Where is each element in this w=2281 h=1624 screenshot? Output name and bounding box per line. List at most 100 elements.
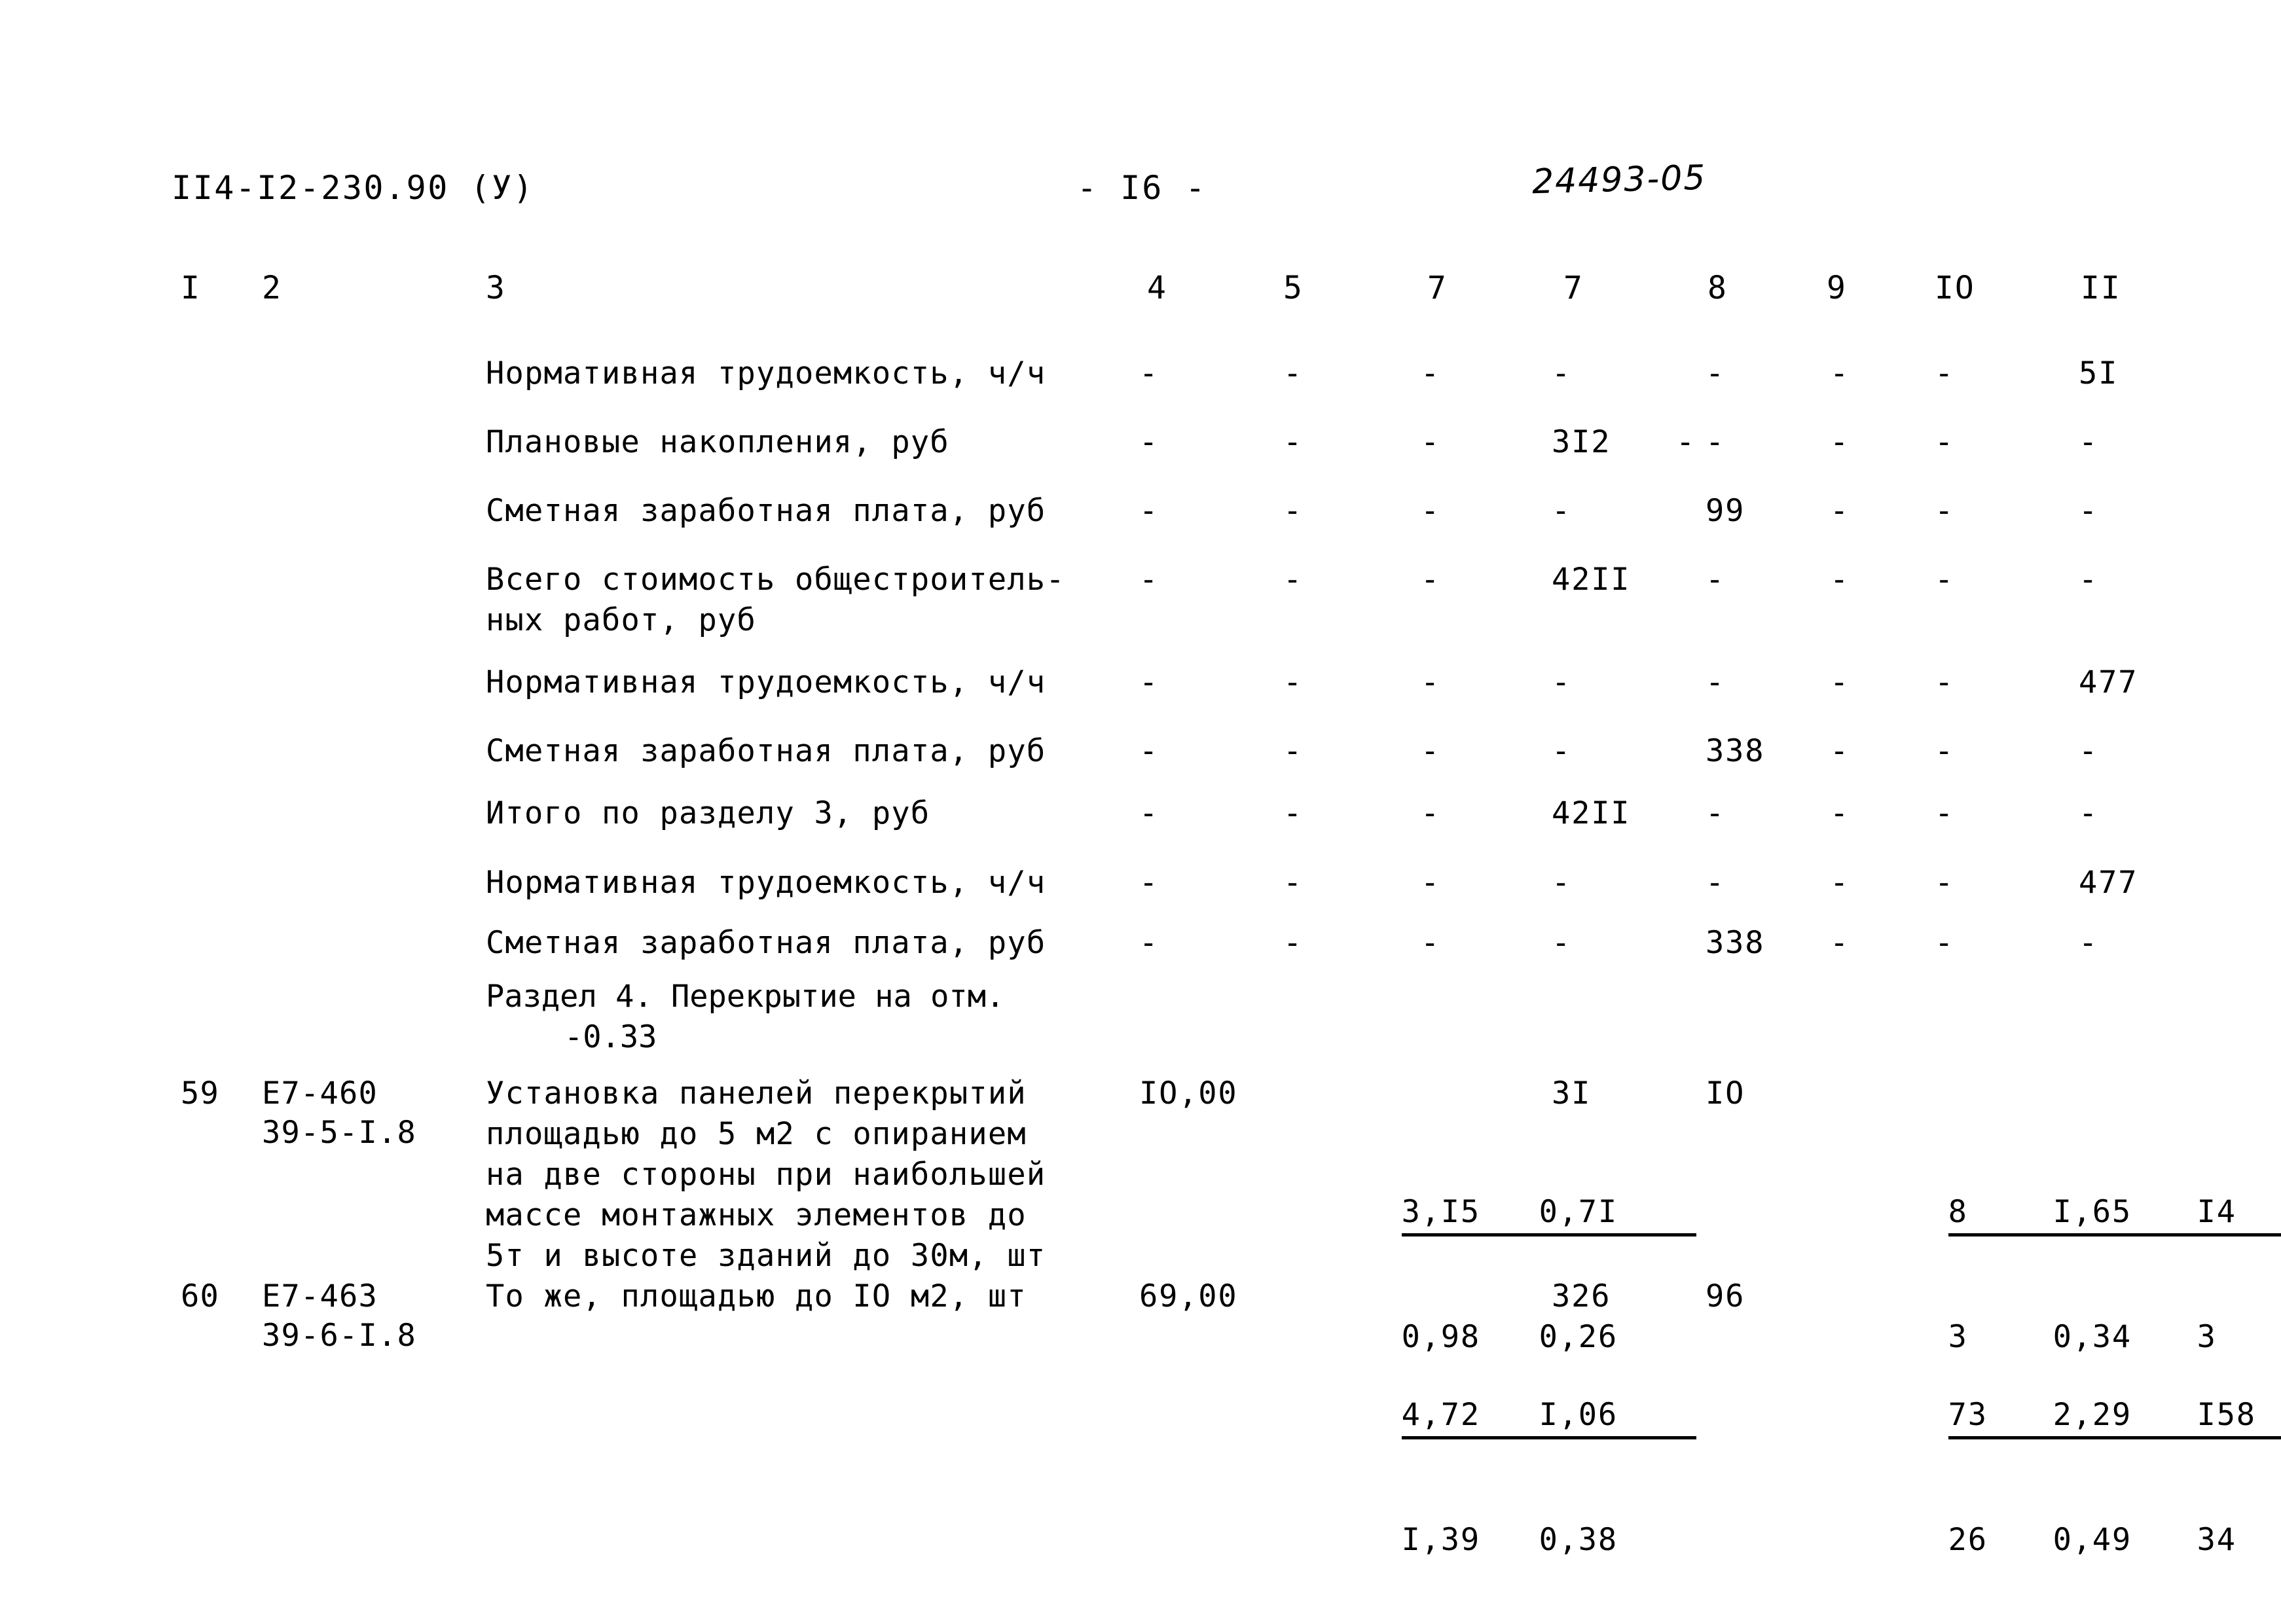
header-separator-rule <box>175 310 2126 316</box>
item-value-11-top: I58 <box>2197 1396 2281 1439</box>
row-value-4: - <box>1139 424 1159 460</box>
item-code-line2: 39-6-I.8 <box>262 1318 416 1354</box>
row-value-5: - <box>1283 424 1303 460</box>
item-value-9: 73 26 <box>1830 1276 2106 1624</box>
row-value-9: - <box>1830 733 1850 769</box>
row-description: Плановые накопления, руб <box>486 424 949 460</box>
item-description: Установка панелей перекрытий площадью до… <box>486 1075 1046 1274</box>
item-code-line1: Е7-463 <box>262 1278 378 1314</box>
row-value-6: - <box>1421 733 1440 769</box>
column-header-4: 4 <box>1147 270 1167 306</box>
row-description: Всего стоимость общестроитель- ных работ… <box>486 562 1065 638</box>
column-header-3: 3 <box>486 270 506 306</box>
row-value-4: - <box>1139 562 1159 598</box>
row-value-11: - <box>2079 562 2098 598</box>
row-description: Нормативная трудоемкость, ч/ч <box>486 865 1046 901</box>
row-value-4: - <box>1139 795 1159 831</box>
row-value-5: - <box>1283 562 1303 598</box>
row-value-10: - <box>1935 865 1954 901</box>
row-value-9: - <box>1830 664 1850 700</box>
row-value-11: - <box>2079 925 2098 961</box>
item-value-6-top: I,06 <box>1539 1396 1697 1439</box>
row-description: Нормативная трудоемкость, ч/ч <box>486 664 1046 700</box>
row-description: Сметная заработная плата, руб <box>486 733 1046 769</box>
row-value-7: 3I2 <box>1552 424 1611 460</box>
row-value-5: - <box>1283 795 1303 831</box>
row-value-7: - <box>1552 925 1571 961</box>
column-header-2: 2 <box>262 270 282 306</box>
row-description: Сметная заработная плата, руб <box>486 925 1046 961</box>
row-value-9: - <box>1830 493 1850 529</box>
row-value-11: - <box>2079 795 2098 831</box>
row-value-10: - <box>1935 493 1954 529</box>
row-value-9: - <box>1830 355 1850 391</box>
row-value-10: - <box>1935 562 1954 598</box>
row-value-10: - <box>1935 925 1954 961</box>
row-value-5: - <box>1283 664 1303 700</box>
row-value-5: - <box>1283 733 1303 769</box>
row-value-5: - <box>1283 355 1303 391</box>
row-value-4: - <box>1139 925 1159 961</box>
item-value-6-top: 0,7I <box>1539 1193 1697 1236</box>
row-value-7: - <box>1552 355 1571 391</box>
item-value-7: 326 <box>1552 1278 1611 1314</box>
row-value-8: - <box>1706 355 1725 391</box>
row-value-4: - <box>1139 355 1159 391</box>
row-value-8: 99 <box>1706 493 1745 529</box>
row-value-4: - <box>1139 733 1159 769</box>
column-header-11: II <box>2081 270 2121 306</box>
column-header-7: 7 <box>1563 270 1584 306</box>
row-value-6: - <box>1421 795 1440 831</box>
row-value-11: - <box>2079 733 2098 769</box>
row-value-8: 338 <box>1706 733 1765 769</box>
row-value-7: - <box>1552 664 1571 700</box>
section-heading-line1: Раздел 4. Перекрытие на отм. <box>486 979 1005 1015</box>
row-value-10: - <box>1935 355 1954 391</box>
column-header-1: I <box>181 270 201 306</box>
item-value-11: I58 34 <box>2079 1276 2281 1624</box>
item-number: 59 <box>181 1075 219 1111</box>
item-code-line1: Е7-460 <box>262 1075 378 1111</box>
item-number: 60 <box>181 1278 219 1314</box>
row-value-7: - <box>1552 493 1571 529</box>
item-value-5: 4,72 I,39 <box>1283 1276 1560 1624</box>
item-value-8: IO <box>1706 1075 1745 1111</box>
row-value-4: - <box>1139 664 1159 700</box>
row-value-6: - <box>1421 664 1440 700</box>
item-value-4: 69,00 <box>1139 1278 1238 1314</box>
column-header-8: 8 <box>1707 270 1728 306</box>
item-code-line2: 39-5-I.8 <box>262 1115 416 1151</box>
handwritten-annotation: 24493-05 <box>1531 158 1707 202</box>
row-value-6: - <box>1421 355 1440 391</box>
row-value-7: 42II <box>1552 562 1631 598</box>
column-header-10: IO <box>1935 270 1975 306</box>
section-heading-line2: -0.33 <box>564 1019 657 1055</box>
row-value-7: 42II <box>1552 795 1631 831</box>
column-header-5: 5 <box>1283 270 1304 306</box>
row-value-5: - <box>1283 925 1303 961</box>
row-value-10: - <box>1935 664 1954 700</box>
item-value-4: IO,00 <box>1139 1075 1238 1111</box>
document-code: II4-I2-230.90 (У) <box>172 169 535 207</box>
page-number: - I6 - <box>1077 169 1207 207</box>
row-value-8: - <box>1706 562 1725 598</box>
column-header-6: 7 <box>1427 270 1448 306</box>
row-value-6: - <box>1421 424 1440 460</box>
row-value-9: - <box>1830 424 1850 460</box>
row-description: Сметная заработная плата, руб <box>486 493 1046 529</box>
row-value-8: - <box>1706 664 1725 700</box>
row-value-6: - <box>1421 493 1440 529</box>
row-value-7: - <box>1552 865 1571 901</box>
row-description: Итого по разделу 3, руб <box>486 795 930 831</box>
row-value-6: - <box>1421 925 1440 961</box>
row-value-5: - <box>1283 865 1303 901</box>
row-value-5: - <box>1283 493 1303 529</box>
item-value-8: 96 <box>1706 1278 1745 1314</box>
row-value-4: - <box>1139 493 1159 529</box>
row-value-8: - <box>1706 865 1725 901</box>
row-value-11: 477 <box>2079 664 2138 700</box>
row-value-9: - <box>1830 562 1850 598</box>
row-value-9: - <box>1830 925 1850 961</box>
row-value-11: 477 <box>2079 865 2138 901</box>
item-value-11-top: I4 <box>2197 1193 2281 1236</box>
